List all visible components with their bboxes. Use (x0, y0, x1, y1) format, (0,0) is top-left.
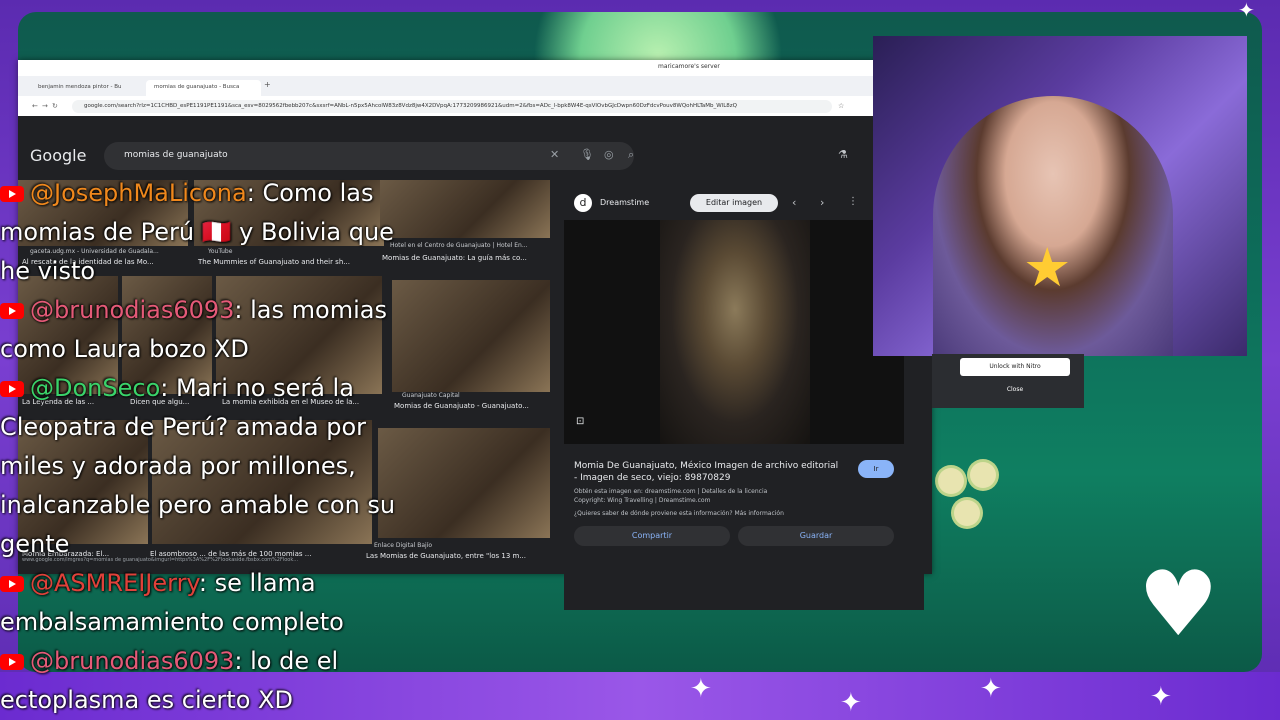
chat-message: @DonSeco: Mari no será la Cleopatra de P… (0, 369, 400, 564)
edit-image-button[interactable]: Editar imagen (690, 194, 778, 212)
result-title[interactable]: Momias de Guanajuato: La guía más co... (382, 254, 527, 262)
preview-title[interactable]: Momia De Guanajuato, México Imagen de ar… (574, 460, 844, 484)
lens-icon[interactable]: ◎ (604, 148, 614, 161)
save-button[interactable]: Guardar (738, 526, 894, 546)
back-icon[interactable]: ← (32, 102, 38, 110)
mummy-image (660, 220, 810, 444)
star-icon: ✦ (1150, 682, 1172, 712)
streamer (933, 96, 1173, 356)
nitro-popup: Unlock with Nitro Close (932, 354, 1084, 408)
flower-decoration (930, 460, 1030, 540)
star-icon: ✦ (1238, 0, 1255, 22)
url-field[interactable]: google.com/search?rlz=1C1CHBD_esPE1191PE… (72, 100, 832, 113)
unlock-nitro-button[interactable]: Unlock with Nitro (960, 358, 1070, 376)
address-bar-row: ← → ↻ google.com/search?rlz=1C1CHBD_esPE… (18, 96, 874, 116)
youtube-icon (0, 576, 24, 592)
result-thumbnail[interactable] (378, 428, 550, 538)
star-wand-icon: ★ (1023, 236, 1072, 299)
new-tab-button[interactable]: + (264, 80, 271, 89)
chat-message: @brunodias6093: las momias como Laura bo… (0, 291, 400, 369)
obtain-image-line[interactable]: Obtén esta imagen en: dreamstime.com | D… (574, 488, 767, 495)
chat-username: @JosephMaLicona (30, 179, 247, 207)
youtube-icon (0, 186, 24, 202)
youtube-icon (0, 303, 24, 319)
reload-icon[interactable]: ↻ (52, 102, 58, 110)
clear-icon[interactable]: ✕ (550, 148, 559, 161)
screen-share-titlebar: maricamore's server (18, 60, 932, 76)
chat-message: @brunodias6093: lo de el ectoplasma es c… (0, 642, 400, 720)
result-thumbnail[interactable] (392, 280, 550, 392)
chat-message: @ASMREIJerry: se llama embalsamamiento c… (0, 564, 400, 642)
chat-username: @DonSeco (30, 374, 161, 402)
chat-username: @brunodias6093 (30, 296, 235, 324)
lens-search-icon[interactable]: ⊡ (576, 416, 584, 427)
preview-image[interactable]: ⊡ (564, 220, 904, 444)
forward-icon[interactable]: → (42, 102, 48, 110)
dreamstime-logo-icon: d (574, 194, 592, 212)
visit-button[interactable]: Ir (858, 460, 894, 478)
browser-tab-active[interactable]: momias de guanajuato - Busca (146, 80, 261, 96)
chat-overlay: @JosephMaLicona: Como las momias de Perú… (0, 174, 400, 720)
chat-message: @JosephMaLicona: Como las momias de Perú… (0, 174, 400, 291)
share-button[interactable]: Compartir (574, 526, 730, 546)
microphone-icon[interactable]: 🎙 (580, 148, 594, 161)
chat-username: @brunodias6093 (30, 647, 235, 675)
browser-tab[interactable]: benjamin mendoza pintor - Bu (30, 80, 145, 96)
search-input[interactable]: momias de guanajuato (124, 150, 228, 160)
close-button[interactable]: Close (960, 382, 1070, 398)
copyright-line: Copyright: Wing Travelling | Dreamstime.… (574, 497, 711, 504)
preview-source[interactable]: Dreamstime (600, 198, 649, 207)
youtube-icon (0, 654, 24, 670)
search-box[interactable]: momias de guanajuato ✕ 🎙 ◎ ⌕ (104, 142, 634, 170)
result-title[interactable]: Momias de Guanajuato - Guanajuato... (394, 402, 529, 410)
star-icon: ✦ (980, 674, 1002, 704)
result-thumbnail[interactable] (380, 180, 550, 238)
tab-bar: benjamin mendoza pintor - Bu momias de g… (18, 76, 874, 96)
more-options-icon[interactable]: ⋮ (848, 196, 858, 207)
bookmark-star-icon[interactable]: ☆ (838, 102, 844, 110)
result-source: Hotel en el Centro de Guanajuato | Hotel… (390, 242, 528, 249)
heart-icon: ♥ (1138, 552, 1219, 657)
chevron-right-icon[interactable]: › (820, 196, 824, 209)
labs-icon[interactable]: ⚗ (838, 148, 848, 161)
result-source: Guanajuato Capital (402, 392, 460, 399)
google-logo[interactable]: Google (30, 146, 86, 165)
chat-username: @ASMREIJerry (30, 569, 199, 597)
more-info-line[interactable]: ¿Quieres saber de dónde proviene esta in… (574, 510, 784, 517)
chevron-left-icon[interactable]: ‹ (792, 196, 796, 209)
webcam-feed: ★ (873, 36, 1247, 356)
youtube-icon (0, 381, 24, 397)
star-icon: ✦ (690, 674, 712, 704)
search-icon[interactable]: ⌕ (628, 148, 634, 162)
star-icon: ✦ (840, 688, 862, 718)
image-preview-panel: d Dreamstime Editar imagen ‹ › ⋮ ⊡ Momia… (564, 190, 924, 610)
screen-share-label: maricamore's server (658, 63, 720, 70)
